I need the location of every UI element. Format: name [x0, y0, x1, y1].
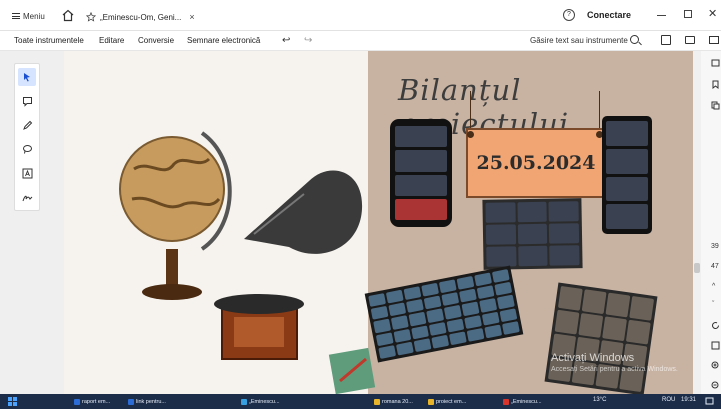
notification-icon[interactable]	[705, 397, 714, 406]
comment-panel-icon[interactable]	[711, 59, 720, 68]
tab-title: „Eminescu-Om, Geni...	[100, 12, 182, 22]
minimize-icon[interactable]	[657, 15, 666, 16]
sign-tool[interactable]	[18, 188, 36, 206]
document-tab[interactable]: „Eminescu-Om, Geni... ×	[80, 5, 198, 29]
page-number[interactable]: 39	[711, 243, 719, 250]
star-icon[interactable]	[86, 12, 96, 22]
comment-tool[interactable]	[18, 92, 36, 110]
toolbar-edit[interactable]: Editare	[99, 36, 124, 45]
pen-icon	[22, 120, 32, 130]
word-icon	[74, 399, 80, 405]
title-bar: Meniu „Eminescu-Om, Geni... × ? Conectar…	[0, 0, 721, 31]
signature-icon	[22, 195, 32, 201]
language-indicator[interactable]: ROU	[662, 397, 675, 403]
menu-label: Meniu	[23, 11, 45, 21]
board-string-right	[599, 91, 600, 133]
toolbar-e-sign[interactable]: Semnare electronică	[187, 36, 260, 45]
menu-button[interactable]: Meniu	[12, 10, 45, 22]
gramophone-image	[214, 170, 363, 360]
hamburger-icon	[12, 13, 20, 19]
bookmark-icon[interactable]	[711, 80, 720, 89]
select-tool[interactable]	[18, 68, 36, 86]
toolbar-all-tools[interactable]: Toate instrumentele	[14, 36, 84, 45]
close-window-icon[interactable]: ✕	[708, 7, 717, 20]
main-toolbar: Toate instrumentele Editare Conversie Se…	[0, 31, 721, 51]
windows-start-icon[interactable]	[8, 397, 17, 406]
temperature[interactable]: 13°C	[593, 397, 606, 403]
comment-icon	[22, 96, 32, 107]
pin-left-icon	[467, 131, 474, 138]
undo-icon[interactable]: ↩	[282, 35, 290, 46]
tablet-meeting-screenshot	[602, 116, 652, 234]
taskbar-app-6[interactable]: „Eminescu...	[503, 397, 542, 407]
maximize-icon[interactable]	[684, 10, 692, 18]
redo-icon[interactable]: ↪	[304, 35, 312, 46]
book-image	[328, 347, 376, 394]
save-icon[interactable]	[661, 35, 671, 45]
mail-icon[interactable]	[709, 36, 719, 44]
board-string-left	[470, 91, 471, 133]
meeting-collage-center	[482, 198, 583, 270]
left-tool-area	[0, 51, 64, 394]
find-text-label[interactable]: Găsire text sau instrumente	[530, 36, 628, 45]
home-icon[interactable]	[61, 9, 75, 22]
folder-icon	[428, 399, 434, 405]
scrollbar-thumb[interactable]	[694, 263, 700, 273]
toolbar-convert[interactable]: Conversie	[138, 36, 174, 45]
vertical-scrollbar[interactable]	[693, 51, 701, 394]
taskbar-app-1[interactable]: raport em...	[74, 397, 110, 407]
search-icon[interactable]	[630, 35, 639, 44]
pages-icon[interactable]	[711, 101, 720, 110]
taskbar-app-5[interactable]: proiect em...	[428, 397, 466, 407]
taskbar-app-3[interactable]: „Eminescu...	[241, 397, 280, 407]
print-icon[interactable]	[685, 36, 695, 44]
lasso-tool[interactable]	[18, 140, 36, 158]
phone-meeting-screenshot	[390, 119, 452, 227]
meeting-collage-right	[544, 282, 658, 394]
clock[interactable]: 19:31	[681, 397, 696, 403]
lasso-icon	[22, 144, 32, 154]
tab-close-icon[interactable]: ×	[189, 12, 194, 22]
word-icon	[128, 399, 134, 405]
taskbar-app-4[interactable]: romana 20...	[374, 397, 413, 407]
page-total: 47	[711, 263, 719, 270]
slide-date: 25.05.2024	[476, 152, 596, 174]
activation-watermark: Activați Windows	[551, 352, 635, 364]
text-tool[interactable]	[18, 164, 36, 182]
activation-watermark-hint: Accesați Setări pentru a activa Windows.	[551, 366, 678, 373]
taskbar-app-2[interactable]: link pentru...	[128, 397, 166, 407]
browser-icon	[241, 399, 247, 405]
document-page: Bilanțul proiectului 25.05.2024 Activați…	[64, 51, 693, 394]
refresh-icon[interactable]	[711, 321, 720, 330]
date-board: 25.05.2024	[466, 128, 606, 198]
page-up-icon[interactable]: ^	[712, 283, 715, 290]
pdf-icon	[503, 399, 509, 405]
help-icon[interactable]: ?	[563, 9, 575, 21]
draw-tool[interactable]	[18, 116, 36, 134]
quick-tools-panel	[14, 63, 40, 211]
connect-button[interactable]: Conectare	[587, 10, 631, 20]
fit-page-icon[interactable]	[711, 341, 720, 350]
globe-image	[119, 131, 232, 300]
zoom-out-icon[interactable]	[711, 381, 720, 390]
folder-icon	[374, 399, 380, 405]
zoom-in-icon[interactable]	[711, 361, 720, 370]
cursor-icon	[24, 73, 30, 82]
page-down-icon[interactable]: ˇ	[712, 301, 714, 308]
windows-taskbar: raport em... link pentru... „Eminescu...…	[0, 394, 721, 409]
text-box-icon	[22, 168, 32, 178]
globe-gramophone-illustration	[119, 131, 376, 394]
